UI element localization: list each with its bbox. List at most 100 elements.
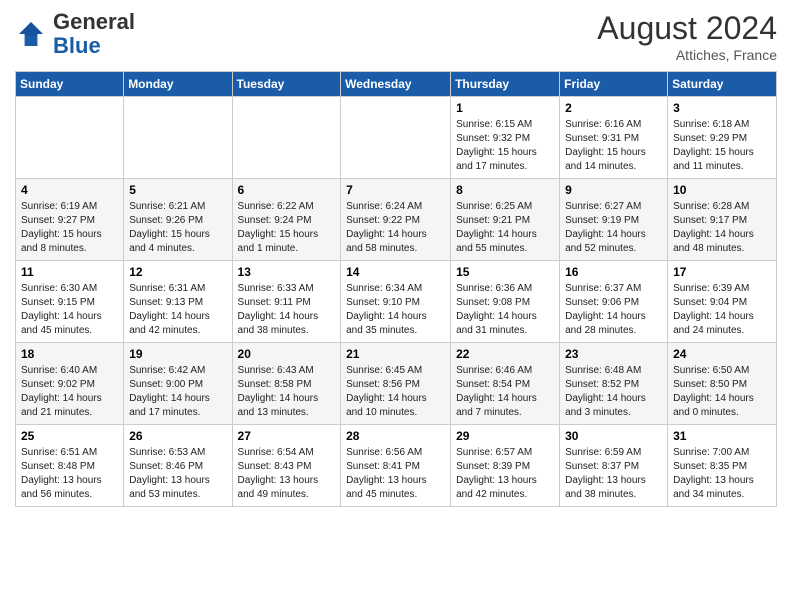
location: Attiches, France xyxy=(597,47,777,63)
calendar-table: Sunday Monday Tuesday Wednesday Thursday… xyxy=(15,71,777,507)
day-info: Sunrise: 6:33 AM Sunset: 9:11 PM Dayligh… xyxy=(238,282,336,338)
day-number: 24 xyxy=(673,347,771,361)
page-header: General Blue August 2024 Attiches, Franc… xyxy=(15,10,777,63)
table-row: 7Sunrise: 6:24 AM Sunset: 9:22 PM Daylig… xyxy=(341,179,451,261)
day-number: 11 xyxy=(21,265,118,279)
table-row: 26 Sunrise: 6:53 AM Sunset: 8:46 PM Dayli… xyxy=(124,425,232,507)
table-row: 4Sunrise: 6:19 AM Sunset: 9:27 PM Daylig… xyxy=(16,179,124,261)
table-row: 14 Sunrise: 6:34 AM Sunset: 9:10 PM Dayli… xyxy=(341,261,451,343)
table-row: 15Sunrise: 6:36 AM Sunset: 9:08 PM Dayli… xyxy=(451,261,560,343)
table-row: 1 Sunrise: 6:15 AM Sunset: 9:32 PM Daylig… xyxy=(451,97,560,179)
table-row: 5 Sunrise: 6:21 AM Sunset: 9:26 PM Daylig… xyxy=(124,179,232,261)
table-row: 9 Sunrise: 6:27 AM Sunset: 9:19 PM Daylig… xyxy=(560,179,668,261)
day-number: 15 xyxy=(456,265,554,279)
day-number: 26 xyxy=(129,429,226,443)
table-row xyxy=(124,97,232,179)
table-row: 18Sunrise: 6:40 AM Sunset: 9:02 PM Dayli… xyxy=(16,343,124,425)
day-info: Sunrise: 6:42 AM Sunset: 9:00 PM Dayligh… xyxy=(129,364,226,420)
calendar-week-row: 1 Sunrise: 6:15 AM Sunset: 9:32 PM Daylig… xyxy=(16,97,777,179)
calendar-header-row: Sunday Monday Tuesday Wednesday Thursday… xyxy=(16,72,777,97)
day-info: Sunrise: 6:48 AM Sunset: 8:52 PM Dayligh… xyxy=(565,364,662,420)
table-row xyxy=(341,97,451,179)
table-row: 31 Sunrise: 7:00 AM Sunset: 8:35 PM Dayli… xyxy=(668,425,777,507)
day-number: 1 xyxy=(456,101,554,115)
table-row xyxy=(232,97,341,179)
day-number: 14 xyxy=(346,265,445,279)
day-info: Sunrise: 6:57 AM Sunset: 8:39 PM Dayligh… xyxy=(456,446,554,502)
table-row: 27Sunrise: 6:54 AM Sunset: 8:43 PM Dayli… xyxy=(232,425,341,507)
table-row: 6Sunrise: 6:22 AM Sunset: 9:24 PM Daylig… xyxy=(232,179,341,261)
day-info: Sunrise: 6:39 AM Sunset: 9:04 PM Dayligh… xyxy=(673,282,771,338)
table-row: 10Sunrise: 6:28 AM Sunset: 9:17 PM Dayli… xyxy=(668,179,777,261)
table-row: 20 Sunrise: 6:43 AM Sunset: 8:58 PM Dayli… xyxy=(232,343,341,425)
table-row: 16 Sunrise: 6:37 AM Sunset: 9:06 PM Dayli… xyxy=(560,261,668,343)
header-monday: Monday xyxy=(124,72,232,97)
table-row: 24 Sunrise: 6:50 AM Sunset: 8:50 PM Dayli… xyxy=(668,343,777,425)
day-number: 8 xyxy=(456,183,554,197)
day-info: Sunrise: 6:51 AM Sunset: 8:48 PM Dayligh… xyxy=(21,446,118,502)
day-number: 27 xyxy=(238,429,336,443)
day-info: Sunrise: 6:43 AM Sunset: 8:58 PM Dayligh… xyxy=(238,364,336,420)
day-number: 28 xyxy=(346,429,445,443)
table-row: 23 Sunrise: 6:48 AM Sunset: 8:52 PM Dayli… xyxy=(560,343,668,425)
day-info: Sunrise: 6:37 AM Sunset: 9:06 PM Dayligh… xyxy=(565,282,662,338)
header-sunday: Sunday xyxy=(16,72,124,97)
day-number: 2 xyxy=(565,101,662,115)
calendar-week-row: 11 Sunrise: 6:30 AM Sunset: 9:15 PM Dayli… xyxy=(16,261,777,343)
header-friday: Friday xyxy=(560,72,668,97)
day-info: Sunrise: 6:50 AM Sunset: 8:50 PM Dayligh… xyxy=(673,364,771,420)
day-info: Sunrise: 6:46 AM Sunset: 8:54 PM Dayligh… xyxy=(456,364,554,420)
day-info: Sunrise: 6:56 AM Sunset: 8:41 PM Dayligh… xyxy=(346,446,445,502)
table-row: 11 Sunrise: 6:30 AM Sunset: 9:15 PM Dayli… xyxy=(16,261,124,343)
day-info: Sunrise: 6:53 AM Sunset: 8:46 PM Dayligh… xyxy=(129,446,226,502)
calendar-week-row: 25 Sunrise: 6:51 AM Sunset: 8:48 PM Dayli… xyxy=(16,425,777,507)
day-info: Sunrise: 6:21 AM Sunset: 9:26 PM Dayligh… xyxy=(129,200,226,256)
table-row: 12Sunrise: 6:31 AM Sunset: 9:13 PM Dayli… xyxy=(124,261,232,343)
title-block: August 2024 Attiches, France xyxy=(597,10,777,63)
day-number: 25 xyxy=(21,429,118,443)
table-row xyxy=(16,97,124,179)
day-info: Sunrise: 6:16 AM Sunset: 9:31 PM Dayligh… xyxy=(565,118,662,174)
logo-text: General Blue xyxy=(53,10,135,58)
table-row: 28 Sunrise: 6:56 AM Sunset: 8:41 PM Dayli… xyxy=(341,425,451,507)
day-number: 21 xyxy=(346,347,445,361)
day-number: 22 xyxy=(456,347,554,361)
day-number: 17 xyxy=(673,265,771,279)
day-number: 5 xyxy=(129,183,226,197)
day-number: 20 xyxy=(238,347,336,361)
calendar-week-row: 18Sunrise: 6:40 AM Sunset: 9:02 PM Dayli… xyxy=(16,343,777,425)
day-number: 19 xyxy=(129,347,226,361)
calendar-week-row: 4Sunrise: 6:19 AM Sunset: 9:27 PM Daylig… xyxy=(16,179,777,261)
day-info: Sunrise: 6:19 AM Sunset: 9:27 PM Dayligh… xyxy=(21,200,118,256)
day-number: 13 xyxy=(238,265,336,279)
table-row: 29Sunrise: 6:57 AM Sunset: 8:39 PM Dayli… xyxy=(451,425,560,507)
header-tuesday: Tuesday xyxy=(232,72,341,97)
table-row: 19 Sunrise: 6:42 AM Sunset: 9:00 PM Dayli… xyxy=(124,343,232,425)
day-info: Sunrise: 6:45 AM Sunset: 8:56 PM Dayligh… xyxy=(346,364,445,420)
table-row: 2 Sunrise: 6:16 AM Sunset: 9:31 PM Daylig… xyxy=(560,97,668,179)
table-row: 13 Sunrise: 6:33 AM Sunset: 9:11 PM Dayli… xyxy=(232,261,341,343)
table-row: 22 Sunrise: 6:46 AM Sunset: 8:54 PM Dayli… xyxy=(451,343,560,425)
logo: General Blue xyxy=(15,10,135,58)
day-info: Sunrise: 6:59 AM Sunset: 8:37 PM Dayligh… xyxy=(565,446,662,502)
day-number: 16 xyxy=(565,265,662,279)
day-info: Sunrise: 6:18 AM Sunset: 9:29 PM Dayligh… xyxy=(673,118,771,174)
day-info: Sunrise: 6:27 AM Sunset: 9:19 PM Dayligh… xyxy=(565,200,662,256)
day-info: Sunrise: 6:22 AM Sunset: 9:24 PM Dayligh… xyxy=(238,200,336,256)
day-number: 9 xyxy=(565,183,662,197)
day-info: Sunrise: 6:34 AM Sunset: 9:10 PM Dayligh… xyxy=(346,282,445,338)
table-row: 30Sunrise: 6:59 AM Sunset: 8:37 PM Dayli… xyxy=(560,425,668,507)
table-row: 17 Sunrise: 6:39 AM Sunset: 9:04 PM Dayli… xyxy=(668,261,777,343)
day-number: 10 xyxy=(673,183,771,197)
table-row: 3Sunrise: 6:18 AM Sunset: 9:29 PM Daylig… xyxy=(668,97,777,179)
month-title: August 2024 xyxy=(597,10,777,47)
day-info: Sunrise: 6:15 AM Sunset: 9:32 PM Dayligh… xyxy=(456,118,554,174)
day-number: 23 xyxy=(565,347,662,361)
table-row: 21 Sunrise: 6:45 AM Sunset: 8:56 PM Dayli… xyxy=(341,343,451,425)
day-number: 31 xyxy=(673,429,771,443)
day-info: Sunrise: 6:30 AM Sunset: 9:15 PM Dayligh… xyxy=(21,282,118,338)
day-number: 7 xyxy=(346,183,445,197)
day-number: 18 xyxy=(21,347,118,361)
header-thursday: Thursday xyxy=(451,72,560,97)
day-info: Sunrise: 7:00 AM Sunset: 8:35 PM Dayligh… xyxy=(673,446,771,502)
